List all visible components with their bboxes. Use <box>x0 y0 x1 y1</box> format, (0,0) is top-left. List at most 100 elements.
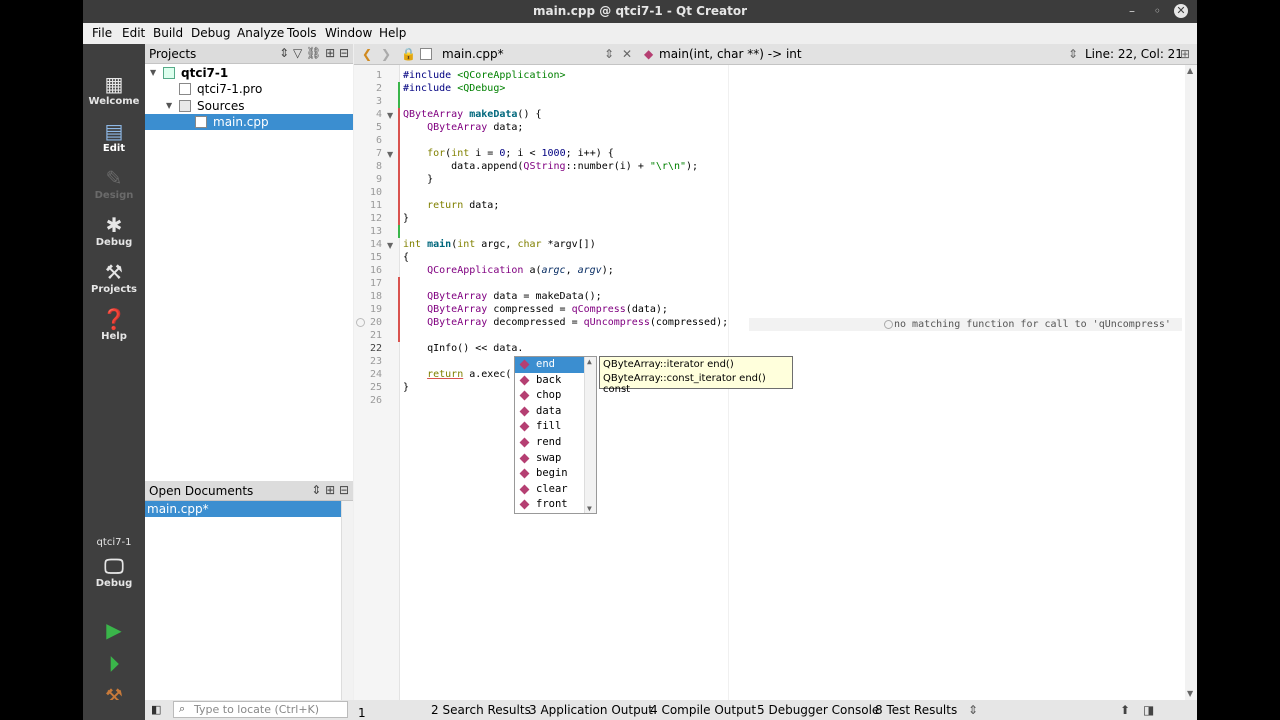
scroll-down-icon[interactable]: ▼ <box>1187 689 1193 698</box>
pane-tools[interactable]: ⇕ ▽ ⛓ ⊞ ⊟ <box>279 46 349 60</box>
completion-item[interactable]: chop <box>515 388 584 404</box>
welcome-grid-icon: ▦ <box>104 72 124 96</box>
method-icon <box>519 484 530 495</box>
menu-tools[interactable]: Tools <box>287 26 317 40</box>
debug-run-button[interactable]: ⏵ <box>83 652 145 676</box>
completion-item[interactable]: rend <box>515 435 584 451</box>
completion-item[interactable]: end <box>515 357 584 373</box>
project-icon <box>163 67 175 79</box>
more-tabs-icon[interactable]: ⇕ <box>968 703 978 717</box>
mode-debug[interactable]: ✱ Debug <box>83 213 145 248</box>
sidebar: Projects ⇕ ▽ ⛓ ⊞ ⊟ ▼ qtci7-1 qtci7-1.pro… <box>145 44 353 700</box>
mode-edit[interactable]: ▤ Edit <box>83 119 145 154</box>
kit-selector[interactable]: 🖵 Debug <box>83 554 145 589</box>
scroll-down-icon[interactable]: ▼ <box>587 504 592 513</box>
open-docs-scrollbar[interactable] <box>341 501 353 700</box>
completion-item[interactable]: back <box>515 373 584 389</box>
debug-run-icon: ⏵ <box>109 652 119 676</box>
method-icon <box>519 499 530 510</box>
mode-help-label: Help <box>101 331 127 342</box>
tree-item-project[interactable]: ▼ qtci7-1 <box>145 65 353 81</box>
fold-arrow-icon[interactable]: ▼ <box>387 111 393 120</box>
menu-debug[interactable]: Debug <box>191 26 230 40</box>
mode-welcome-label: Welcome <box>88 96 140 107</box>
fold-arrow-icon[interactable]: ▼ <box>387 150 393 159</box>
toggle-right-sidebar-icon[interactable]: ◨ <box>1143 703 1154 717</box>
code-line: for(int i = 0; i < 1000; i++) { <box>427 148 614 159</box>
line-number: 25 <box>369 382 382 393</box>
code-line: QByteArray decompressed = qUncompress(co… <box>427 317 729 328</box>
editor-file-combo[interactable]: main.cpp* <box>442 47 504 61</box>
method-icon <box>519 359 530 370</box>
completion-label: fill <box>536 420 562 433</box>
maximize-output-icon[interactable]: ⬆ <box>1120 703 1130 717</box>
editor-scrollbar[interactable]: ▲ ▼ <box>1185 65 1197 700</box>
code-line: QCoreApplication a(argc, argv); <box>427 265 614 276</box>
tree-item-sources[interactable]: ▼ Sources <box>145 98 353 114</box>
back-arrow-icon[interactable]: ❮ <box>362 47 372 61</box>
menu-file[interactable]: File <box>92 26 112 40</box>
window-title: main.cpp @ qtci7-1 - Qt Creator <box>532 4 747 18</box>
line-number: 7 <box>375 148 382 159</box>
line-number: 1 <box>375 70 382 81</box>
tree-item-main-cpp[interactable]: main.cpp <box>145 114 353 130</box>
edit-doc-icon: ▤ <box>104 119 124 143</box>
mode-design[interactable]: ✎ Design <box>83 166 145 201</box>
maximize-icon[interactable]: ◦ <box>1154 0 1161 23</box>
cursor-position[interactable]: Line: 22, Col: 21 <box>1085 47 1183 61</box>
open-doc-item[interactable]: main.cpp* <box>145 501 341 517</box>
tooltip-line: QByteArray::const_iterator end() const <box>603 373 766 395</box>
tab-application-output[interactable]: 3 Application Output <box>529 703 653 717</box>
locator-input[interactable]: ⌕ Type to locate (Ctrl+K) <box>173 701 348 718</box>
pane-tools[interactable]: ⇕ ⊞ ⊟ <box>311 483 349 497</box>
warning-marker-icon <box>356 318 365 327</box>
locator-placeholder: Type to locate (Ctrl+K) <box>194 703 320 716</box>
line-number: 6 <box>375 135 382 146</box>
menu-analyze[interactable]: Analyze <box>237 26 284 40</box>
completion-item[interactable]: begin <box>515 466 584 482</box>
fold-arrow-icon[interactable]: ▼ <box>387 241 393 250</box>
mode-debug-label: Debug <box>95 237 133 248</box>
tab-test-results[interactable]: 8 Test Results <box>875 703 957 717</box>
run-icon: ▶ <box>106 618 122 642</box>
line-number: 9 <box>375 174 382 185</box>
mode-projects[interactable]: ⚒ Projects <box>83 260 145 295</box>
completion-item[interactable]: fill <box>515 419 584 435</box>
minimize-icon[interactable]: – <box>1129 0 1135 23</box>
scroll-up-icon[interactable]: ▲ <box>1187 66 1193 75</box>
run-button[interactable]: ▶ <box>83 618 145 642</box>
forward-arrow-icon[interactable]: ❯ <box>381 47 391 61</box>
code-line: return data; <box>427 200 500 211</box>
tree-item-pro-file[interactable]: qtci7-1.pro <box>145 81 353 97</box>
completion-scrollbar[interactable]: ▲ ▼ <box>584 357 596 513</box>
menu-edit[interactable]: Edit <box>122 26 145 40</box>
symbol-combo-arrows-icon[interactable]: ⇕ <box>1068 47 1078 61</box>
toggle-sidebar-icon[interactable]: ◧ <box>151 703 161 716</box>
expand-arrow-icon[interactable]: ▼ <box>150 65 156 81</box>
line-number: 15 <box>369 252 382 263</box>
symbol-combo[interactable]: main(int, char **) -> int <box>659 47 802 61</box>
tab-debugger-console[interactable]: 5 Debugger Console <box>757 703 879 717</box>
line-number: 24 <box>369 369 382 380</box>
completion-item[interactable]: clear <box>515 482 584 498</box>
completion-item[interactable]: data <box>515 404 584 420</box>
scroll-up-icon[interactable]: ▲ <box>587 357 592 366</box>
split-icon[interactable]: ⊞ <box>1180 47 1190 61</box>
completion-item[interactable]: swap <box>515 451 584 467</box>
menu-window[interactable]: Window <box>325 26 372 40</box>
close-doc-icon[interactable]: ✕ <box>622 47 632 61</box>
menu-help[interactable]: Help <box>379 26 406 40</box>
change-marker-modified <box>398 277 400 342</box>
tab-search-results[interactable]: 2 Search Results <box>431 703 531 717</box>
tab-compile-output[interactable]: 4 Compile Output <box>650 703 756 717</box>
line-number: 2 <box>375 83 382 94</box>
expand-arrow-icon[interactable]: ▼ <box>166 98 172 114</box>
close-icon[interactable]: ✕ <box>1174 4 1188 18</box>
mode-help[interactable]: ❓ Help <box>83 307 145 342</box>
projects-pane-header: Projects ⇕ ▽ ⛓ ⊞ ⊟ <box>145 44 353 64</box>
file-combo-arrows-icon[interactable]: ⇕ <box>604 47 614 61</box>
menu-build[interactable]: Build <box>153 26 183 40</box>
monitor-icon: 🖵 <box>104 554 124 578</box>
completion-item[interactable]: front <box>515 497 584 513</box>
mode-welcome[interactable]: ▦ Welcome <box>83 72 145 107</box>
